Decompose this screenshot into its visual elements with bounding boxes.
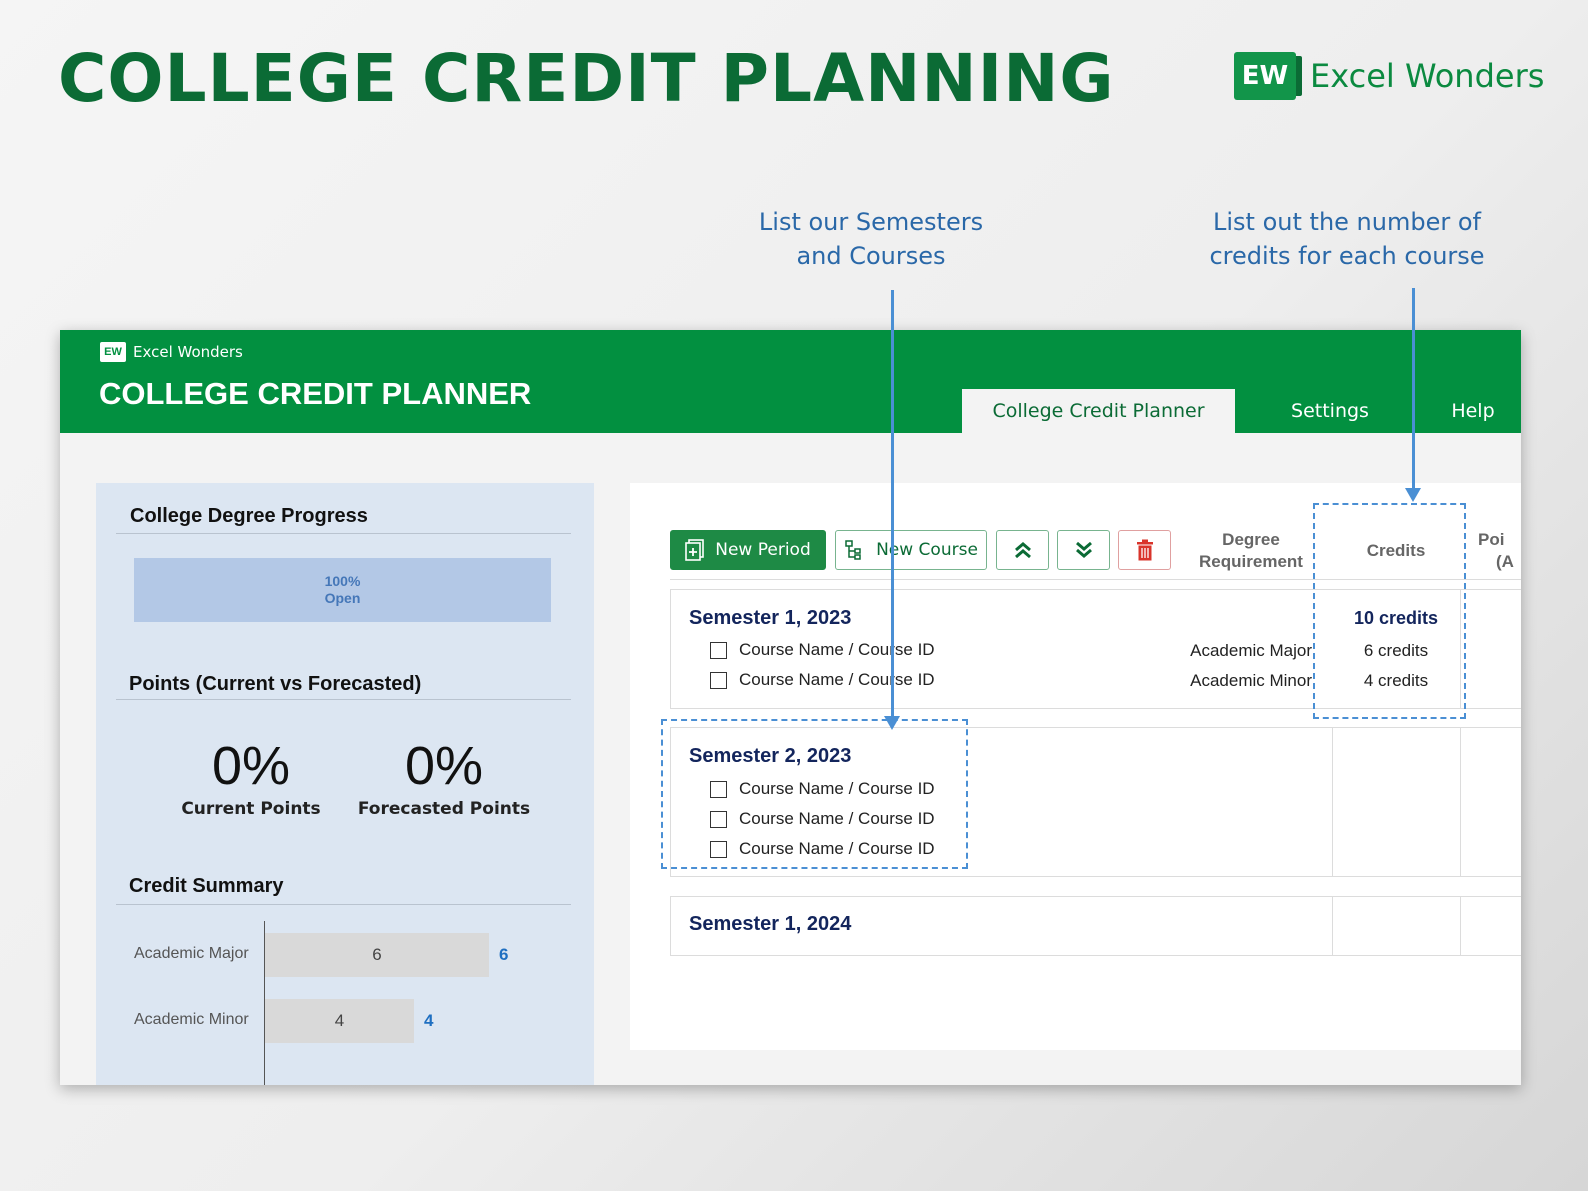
current-points-label: Current Points [181, 799, 321, 819]
current-points-stat: 0% Current Points [161, 735, 341, 819]
double-chevron-up-icon [1014, 542, 1031, 559]
highlight-credits-box [1313, 503, 1466, 719]
bar-label-minor: Academic Minor [134, 1011, 249, 1028]
new-period-button[interactable]: New Period [670, 530, 826, 570]
column-header-points: Poi (A [1478, 529, 1521, 573]
add-page-icon [685, 539, 705, 561]
progress-percent: 100% [324, 573, 361, 589]
bar-minor: 4 [265, 999, 414, 1043]
move-down-button[interactable] [1057, 530, 1110, 570]
semester-title[interactable]: Semester 1, 2023 [689, 607, 851, 630]
column-separator [1332, 727, 1333, 877]
arrow-head-down-icon [884, 716, 900, 730]
move-up-button[interactable] [996, 530, 1049, 570]
degree-requirement: Academic Major [1190, 641, 1312, 660]
credit-summary-title: Credit Summary [129, 875, 284, 897]
app-logo-text: Excel Wonders [133, 343, 243, 361]
app-title: COLLEGE CREDIT PLANNER [99, 376, 532, 411]
column-separator [1460, 727, 1461, 877]
app-header: EW Excel Wonders COLLEGE CREDIT PLANNER … [60, 330, 1521, 433]
tab-help[interactable]: Help [1425, 389, 1521, 433]
new-period-label: New Period [715, 540, 811, 560]
forecasted-points-label: Forecasted Points [357, 799, 531, 819]
course-row[interactable]: Course Name / Course ID [710, 640, 935, 660]
course-row[interactable]: Course Name / Course ID [710, 670, 935, 690]
arrow-head-down-icon [1405, 488, 1421, 502]
divider [116, 699, 571, 700]
tab-college-credit-planner[interactable]: College Credit Planner [962, 389, 1235, 433]
highlight-semester-box [661, 719, 968, 869]
dashboard-panel: College Degree Progress 100% Open Points… [96, 483, 594, 1085]
course-checkbox[interactable] [710, 671, 727, 689]
double-chevron-down-icon [1075, 541, 1092, 558]
degree-req-line1: Degree [1222, 530, 1280, 549]
annotation-credits: List out the number of credits for each … [1209, 208, 1485, 270]
degree-requirement: Academic Minor [1190, 671, 1312, 690]
app-window: EW Excel Wonders COLLEGE CREDIT PLANNER … [60, 330, 1521, 1085]
course-name: Course Name / Course ID [739, 670, 935, 689]
progress-title: College Degree Progress [130, 505, 368, 527]
bar-major: 6 [265, 933, 489, 977]
points-title: Points (Current vs Forecasted) [129, 673, 422, 695]
annotation-arrow-semesters [891, 290, 894, 718]
forecasted-points-value: 0% [404, 736, 484, 796]
brand: EW Excel Wonders [1234, 52, 1544, 100]
course-checkbox[interactable] [710, 641, 727, 659]
page-title: COLLEGE CREDIT PLANNING [58, 40, 1115, 117]
app-logo: EW Excel Wonders [100, 342, 243, 362]
annotation-semesters: List our Semesters and Courses [758, 208, 984, 270]
bar-total-major: 6 [499, 945, 509, 964]
degree-progress-bar: 100% Open [134, 558, 551, 622]
delete-button[interactable] [1118, 530, 1171, 570]
semester-title[interactable]: Semester 1, 2024 [689, 913, 851, 936]
excel-wonders-small-icon: EW [100, 342, 126, 362]
progress-status: Open [324, 590, 361, 606]
forecasted-points-stat: 0% Forecasted Points [354, 735, 534, 819]
course-name: Course Name / Course ID [739, 640, 935, 659]
current-points-value: 0% [211, 736, 291, 796]
tree-add-icon [845, 540, 861, 560]
column-header-degree-requirement: Degree Requirement [1186, 529, 1316, 573]
excel-wonders-logo-icon: EW [1234, 52, 1302, 100]
points-line1: Poi [1478, 530, 1505, 549]
bar-total-minor: 4 [424, 1011, 434, 1030]
divider [116, 904, 571, 905]
column-separator [1332, 896, 1333, 956]
annotation-arrow-credits [1412, 288, 1415, 488]
column-separator [1460, 896, 1461, 956]
new-course-button[interactable]: New Course [835, 530, 987, 570]
tab-settings[interactable]: Settings [1255, 389, 1405, 433]
points-line2: (A [1496, 552, 1514, 571]
bar-label-major: Academic Major [134, 945, 249, 962]
trash-icon [1136, 539, 1153, 561]
degree-req-line2: Requirement [1199, 552, 1303, 571]
divider [116, 533, 571, 534]
brand-name: Excel Wonders [1310, 57, 1545, 95]
